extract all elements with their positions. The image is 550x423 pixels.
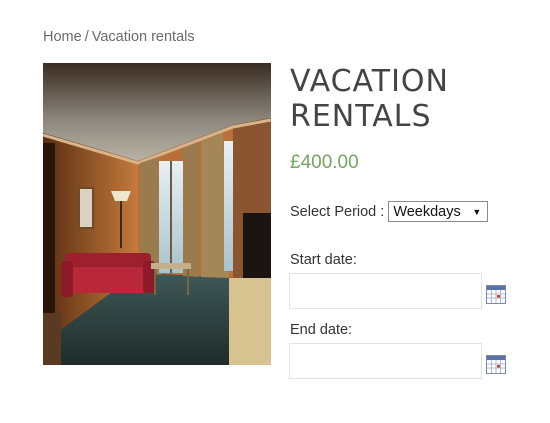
period-row: Select Period : Weekdays ▼ [290, 201, 489, 222]
dropdown-arrow-icon: ▼ [472, 206, 482, 217]
calendar-icon[interactable] [486, 285, 506, 304]
end-date-input[interactable] [289, 343, 482, 379]
breadcrumb-home-link[interactable]: Home [43, 29, 82, 45]
end-date-label: End date: [290, 322, 353, 338]
period-label: Select Period : [290, 203, 385, 220]
breadcrumb-current: Vacation rentals [91, 29, 195, 45]
breadcrumb: Home / Vacation rentals [43, 29, 195, 45]
product-image[interactable] [43, 63, 271, 365]
start-date-label: Start date: [290, 252, 357, 268]
calendar-icon[interactable] [486, 355, 506, 374]
period-select[interactable]: Weekdays ▼ [388, 201, 489, 222]
product-title: VACATION RENTALS [290, 64, 449, 134]
product-price: £400.00 [290, 152, 359, 173]
period-select-value: Weekdays [393, 203, 461, 220]
breadcrumb-separator: / [84, 29, 89, 45]
start-date-input[interactable] [289, 273, 482, 309]
